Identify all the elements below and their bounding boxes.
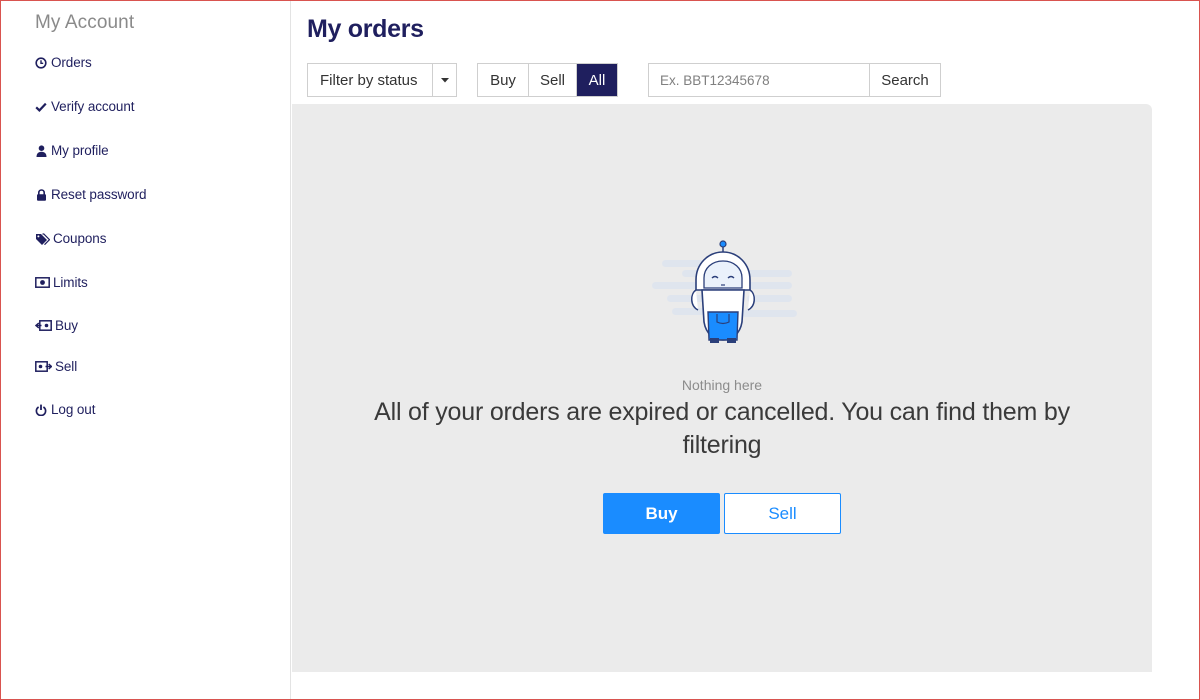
tags-icon (34, 232, 50, 246)
sidebar-item-reset-password[interactable]: Reset password (34, 187, 147, 202)
sidebar-item-log-out[interactable]: Log out (34, 402, 95, 417)
sidebar-item-coupons[interactable]: Coupons (34, 231, 106, 246)
sell-icon (34, 360, 52, 374)
search-button[interactable]: Search (869, 63, 941, 97)
lock-icon (34, 188, 48, 202)
money-icon (34, 276, 50, 290)
sidebar-item-label: My profile (51, 143, 109, 158)
caret-down-icon[interactable] (432, 64, 456, 96)
empty-state-subtitle: Nothing here (681, 377, 763, 393)
order-type-toggle: Buy Sell All (477, 63, 618, 97)
buy-icon (34, 319, 52, 333)
sell-button[interactable]: Sell (724, 493, 841, 534)
sidebar-item-label: Sell (55, 359, 78, 374)
sidebar-item-label: Orders (51, 55, 92, 70)
filter-sell-button[interactable]: Sell (528, 64, 576, 96)
order-search-input[interactable] (648, 63, 870, 97)
page-title: My orders (307, 15, 424, 43)
sidebar-item-label: Reset password (51, 187, 147, 202)
sidebar-item-label: Log out (51, 402, 96, 417)
buy-button[interactable]: Buy (603, 493, 720, 534)
sidebar-title: My Account (35, 12, 135, 33)
sidebar-item-orders[interactable]: Orders (34, 55, 92, 70)
sidebar-item-sell[interactable]: Sell (34, 359, 77, 374)
sidebar-item-my-profile[interactable]: My profile (34, 143, 109, 158)
sidebar-item-label: Limits (53, 275, 88, 290)
status-filter-select[interactable]: Filter by status (307, 63, 457, 97)
clock-icon (34, 56, 48, 70)
status-filter-label: Filter by status (320, 71, 418, 89)
sidebar-item-label: Coupons (53, 231, 107, 246)
sidebar: My Account Orders Verify account My prof… (1, 1, 291, 699)
power-icon (34, 403, 48, 417)
robot-illustration (652, 238, 797, 344)
empty-state-message: All of your orders are expired or cancel… (374, 398, 1070, 459)
sidebar-item-label: Buy (55, 318, 78, 333)
check-icon (34, 100, 48, 114)
sidebar-item-limits[interactable]: Limits (34, 275, 88, 290)
sidebar-item-label: Verify account (51, 99, 135, 114)
filter-buy-button[interactable]: Buy (478, 64, 528, 96)
user-icon (34, 144, 48, 158)
filter-all-button[interactable]: All (576, 64, 617, 96)
sidebar-item-verify-account[interactable]: Verify account (34, 99, 135, 114)
sidebar-item-buy[interactable]: Buy (34, 318, 78, 333)
